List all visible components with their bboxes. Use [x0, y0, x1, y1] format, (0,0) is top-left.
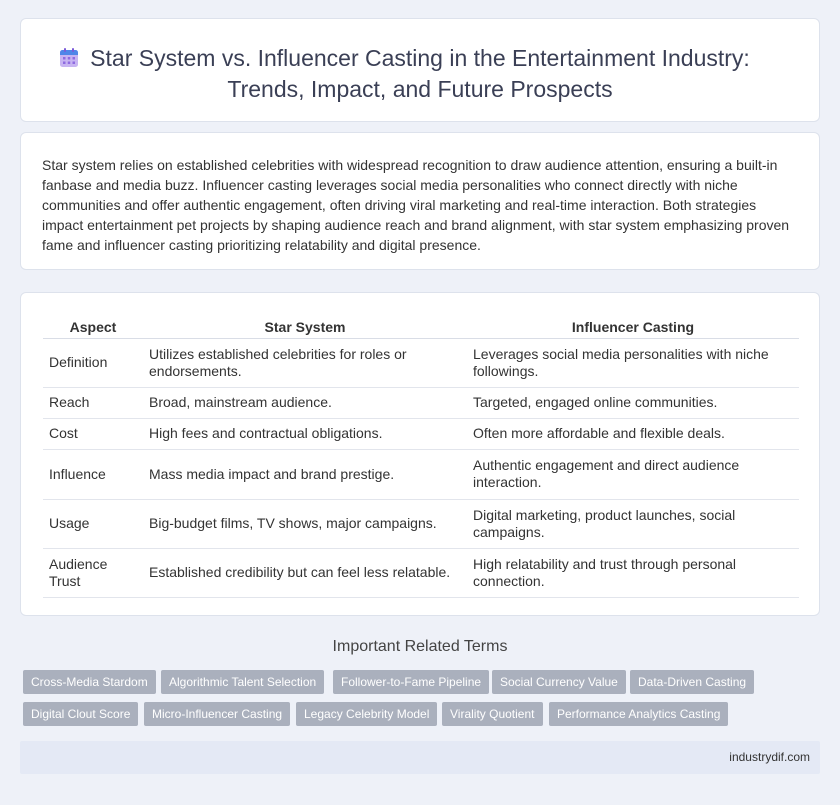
intro-card: Star system relies on established celebr…	[20, 132, 820, 270]
table-row: Reach Broad, mainstream audience. Target…	[43, 387, 799, 419]
row-influencer-casting: Leverages social media personalities wit…	[467, 338, 799, 388]
table-row: Cost High fees and contractual obligatio…	[43, 418, 799, 450]
related-term-tag[interactable]: Follower-to-Fame Pipeline	[333, 670, 490, 694]
row-aspect: Definition	[43, 338, 143, 388]
table-row: Definition Utilizes established celebrit…	[43, 338, 799, 388]
page-title-line-1: Star System vs. Influencer Casting in th…	[90, 45, 750, 71]
row-influencer-casting: Authentic engagement and direct audience…	[467, 449, 799, 500]
row-aspect: Audience Trust	[43, 548, 143, 598]
table-row: Usage Big-budget films, TV shows, major …	[43, 499, 799, 549]
related-terms-heading: Important Related Terms	[332, 638, 508, 655]
row-star-system: Big-budget films, TV shows, major campai…	[143, 499, 467, 549]
row-aspect: Cost	[43, 418, 143, 450]
row-star-system: Mass media impact and brand prestige.	[143, 449, 467, 500]
title-card: Star System vs. Influencer Casting in th…	[20, 18, 820, 122]
page-title: Star System vs. Influencer Casting in th…	[21, 43, 819, 105]
row-influencer-casting: Often more affordable and flexible deals…	[467, 418, 799, 450]
row-influencer-casting: Digital marketing, product launches, soc…	[467, 499, 799, 549]
related-term-tag[interactable]: Digital Clout Score	[23, 702, 139, 726]
footer-bar: industrydif.com	[20, 741, 820, 774]
comparison-table: Aspect Star System Influencer Casting De…	[43, 317, 799, 598]
related-term-tag[interactable]: Performance Analytics Casting	[549, 702, 729, 726]
row-influencer-casting: High relatability and trust through pers…	[467, 548, 799, 598]
table-header-row: Aspect Star System Influencer Casting	[43, 317, 799, 339]
intro-paragraph: Star system relies on established celebr…	[42, 157, 790, 253]
row-star-system: High fees and contractual obligations.	[143, 418, 467, 450]
header-influencer-casting: Influencer Casting	[467, 317, 799, 339]
header-star-system: Star System	[143, 317, 467, 339]
row-aspect: Influence	[43, 449, 143, 500]
related-term-tag[interactable]: Data-Driven Casting	[630, 670, 755, 694]
row-aspect: Reach	[43, 387, 143, 419]
related-term-tag[interactable]: Micro-Influencer Casting	[144, 702, 291, 726]
related-term-tag[interactable]: Social Currency Value	[492, 670, 626, 694]
row-star-system: Established credibility but can feel les…	[143, 548, 467, 598]
table-row: Influence Mass media impact and brand pr…	[43, 449, 799, 500]
row-aspect: Usage	[43, 499, 143, 549]
table-row: Audience Trust Established credibility b…	[43, 548, 799, 598]
row-star-system: Utilizes established celebrities for rol…	[143, 338, 467, 388]
related-term-tag[interactable]: Legacy Celebrity Model	[296, 702, 438, 726]
comparison-card: Aspect Star System Influencer Casting De…	[20, 292, 820, 616]
related-term-tag[interactable]: Cross-Media Stardom	[23, 670, 156, 694]
footer-site-link[interactable]: industrydif.com	[729, 750, 810, 764]
related-term-tag[interactable]: Virality Quotient	[442, 702, 543, 726]
row-influencer-casting: Targeted, engaged online communities.	[467, 387, 799, 419]
row-star-system: Broad, mainstream audience.	[143, 387, 467, 419]
related-term-tag[interactable]: Algorithmic Talent Selection	[161, 670, 325, 694]
page-title-line-2: Trends, Impact, and Future Prospects	[227, 76, 613, 102]
header-aspect: Aspect	[43, 317, 143, 339]
